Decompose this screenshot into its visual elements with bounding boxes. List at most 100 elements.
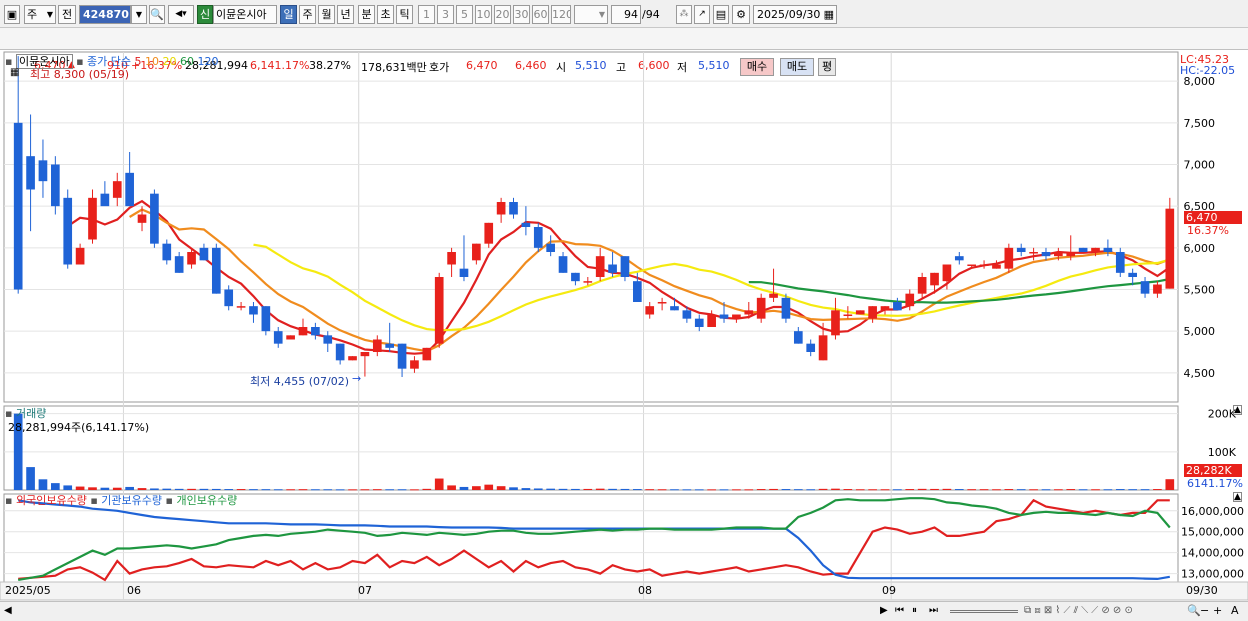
candle-body [831,310,840,336]
auto-scale-icon[interactable]: A [1231,604,1239,617]
volume-bar [917,488,927,490]
arrow-right-icon: → [352,372,362,385]
save-icon[interactable]: ▤ [713,5,729,24]
date-value: 2025/09/30 [757,8,821,21]
volume-bar [682,489,692,491]
zoom-out-icon[interactable]: − [1200,604,1209,617]
search-icon-zoom[interactable]: 🔍 [1187,604,1201,617]
custom-interval-select[interactable]: ▼ [574,5,608,24]
candle-body [608,264,617,273]
zoom-in-icon[interactable]: + [1213,604,1222,617]
candle-body [1103,247,1113,252]
candle-body [942,264,952,282]
volume-bar [1103,489,1113,491]
volume-bar [434,478,444,490]
candle-body [484,222,494,244]
candle-body [1091,247,1100,252]
date-input[interactable]: 2025/09/30 ▦ [753,5,837,24]
chevron-down-icon: ▼ [46,10,53,19]
candle-body [769,293,778,298]
interval-button-5[interactable]: 5 [456,5,473,24]
price-tick-label: 5,000 [1184,325,1216,338]
period-button-day[interactable]: 일 [280,5,297,24]
calculator-icon[interactable]: ▦ [10,67,19,78]
period-button-year[interactable]: 년 [337,5,354,24]
ma5-label: 5 [134,55,142,68]
volume-bar [533,488,543,490]
interval-button-120[interactable]: 120 [551,5,571,24]
x-label-jun: 06 [127,584,141,597]
volume-bar [397,489,407,491]
interval-button-3[interactable]: 3 [437,5,454,24]
search-icon[interactable]: 🔍 [149,5,165,24]
pause-icon[interactable]: ⏸ [912,605,917,616]
candle-body [397,343,407,369]
volume-bar [657,489,667,491]
chart-area[interactable]: 8,0007,5007,0006,5006,0005,5005,0004,500… [0,50,1248,621]
candle-body [670,306,679,311]
volume-bar [112,487,122,490]
link-icon[interactable]: ⁂ [676,5,692,24]
volume-bar [1115,489,1125,491]
maximize-icon[interactable]: ▲ [1233,405,1242,415]
volume-bar [1029,489,1038,491]
count-input[interactable]: 94 [611,5,641,24]
code-dropdown-icon[interactable]: ▼ [131,5,147,24]
period-button-minute[interactable]: 분 [358,5,375,24]
volume-bar [583,488,593,490]
volume-bar [620,488,630,490]
interval-button-10[interactable]: 10 [475,5,492,24]
candle-body [732,314,741,319]
volume-bar [521,488,531,490]
volume-bar [273,489,283,491]
period-select[interactable]: 주 ▼ [24,5,56,24]
candle-body [472,243,481,261]
candle-body [249,306,258,315]
period-button-week[interactable]: 주 [299,5,316,24]
candle-body [1115,252,1125,273]
first-page-icon[interactable]: ⏮ [895,605,904,616]
period-button-second[interactable]: 초 [377,5,394,24]
interval-button-60[interactable]: 60 [532,5,549,24]
volume-bar [633,489,642,491]
x-label-aug: 08 [638,584,652,597]
volume-bar [459,486,469,490]
candle-body [793,331,803,344]
maximize-icon-holding[interactable]: ▲ [1233,492,1242,502]
candle-body [273,331,283,344]
stock-name-field[interactable]: 이뮨온시아 [213,5,277,24]
scroll-right-icon[interactable]: ▶ [880,605,888,616]
candle-body [806,343,816,352]
compare-button[interactable]: 전 [58,5,76,24]
legend-foreign: 외국인보유수량 [15,494,87,507]
candle-body [261,306,271,332]
volume-bar [756,489,766,491]
candle-body [868,306,877,319]
candle-body [954,256,964,261]
gear-icon[interactable]: ⚙ [732,5,750,24]
candle-body [583,281,593,283]
candle-body [88,197,97,240]
speaker-icon[interactable]: ◀▾ [168,5,194,24]
drawing-tools-icon[interactable]: ⧉ ⧈ ⊠ ⌇ ⟋ ⫽ ⟍ ⟋ ⊘ ⊘ ⊙ [1024,605,1133,616]
last-page-icon[interactable]: ⏭ [929,605,938,616]
interval-button-20[interactable]: 20 [494,5,511,24]
period-button-month[interactable]: 월 [318,5,335,24]
interval-button-1[interactable]: 1 [418,5,435,24]
scroll-left-icon[interactable]: ◀ [4,605,12,616]
interval-button-30[interactable]: 30 [513,5,530,24]
zoom-slider[interactable] [950,610,1018,613]
volume-bar [769,488,778,490]
candle-body [1153,284,1162,294]
volume-bar [484,484,494,490]
code-input[interactable]: 424870 [79,5,131,24]
volume-bar [335,489,345,491]
volume-bar [150,488,159,490]
layout-icon[interactable]: ▣ [4,5,20,24]
volume-bar [781,489,791,491]
candle-body [1016,247,1026,252]
legend-individual: 개인보유수량 [176,494,238,507]
candle-body [211,247,221,294]
period-button-tick[interactable]: 틱 [396,5,413,24]
chart-tool-icon[interactable]: ↗ [694,5,710,24]
